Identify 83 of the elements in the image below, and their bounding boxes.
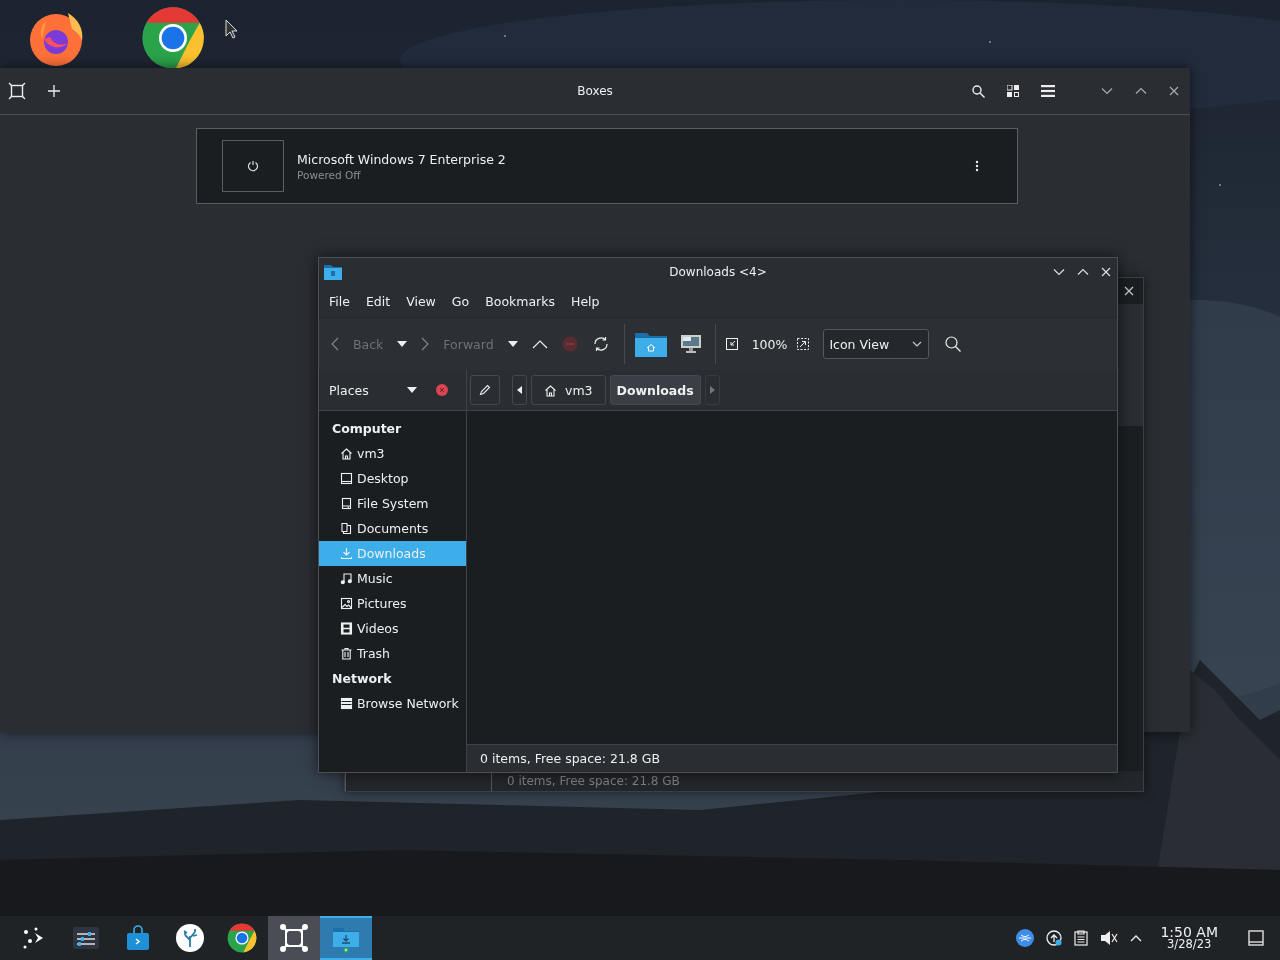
machine-name: Microsoft Windows 7 Enterprise 2	[297, 151, 506, 167]
dropdown-icon[interactable]	[397, 341, 408, 347]
search-icon[interactable]	[945, 336, 962, 352]
drive-icon	[340, 497, 353, 510]
machine-card[interactable]: Microsoft Windows 7 Enterprise 2 Powered Off	[196, 128, 1018, 204]
globe-icon[interactable]	[1016, 929, 1035, 947]
sidebar-heading: Network	[331, 670, 393, 688]
frame-icon[interactable]	[8, 82, 26, 100]
coral-icon	[176, 924, 204, 952]
menu-item[interactable]: View	[400, 293, 446, 309]
more-options-icon[interactable]	[975, 160, 979, 172]
muted-speaker-icon[interactable]	[1100, 930, 1119, 946]
music-note-icon	[340, 572, 353, 585]
home-folder-icon[interactable]	[634, 331, 667, 357]
sidebar-heading: Computer	[331, 420, 403, 438]
sidebar-item[interactable]: vm3	[319, 441, 466, 466]
folder-icon	[324, 263, 342, 280]
sidebar-item[interactable]: Trash	[319, 641, 466, 666]
plus-icon[interactable]	[48, 85, 60, 97]
caret-up-icon[interactable]	[1130, 934, 1143, 942]
download-icon	[340, 547, 353, 560]
zoom-level: 100%	[751, 336, 788, 352]
taskbar-button[interactable]	[268, 916, 320, 960]
grid-icon[interactable]	[1007, 85, 1019, 97]
picture-icon	[340, 597, 353, 610]
menu-item[interactable]: Edit	[359, 293, 401, 309]
film-icon	[340, 622, 353, 635]
menu-item[interactable]: File	[323, 293, 360, 309]
sidebar-item[interactable]: Videos	[319, 616, 466, 641]
home-icon	[544, 383, 557, 397]
sliders-icon	[73, 927, 99, 949]
chrome-logo-icon[interactable]	[141, 6, 205, 70]
window-title: Boxes	[576, 84, 614, 98]
view-mode-dropdown[interactable]: Icon View	[823, 329, 930, 359]
close-icon[interactable]	[1124, 286, 1134, 296]
menu-item[interactable]: Bookmarks	[479, 293, 565, 309]
breadcrumb[interactable]: Downloads	[609, 375, 701, 405]
left-triangle-icon	[517, 386, 522, 394]
edit-path-button[interactable]	[470, 375, 500, 405]
status-text: 0 items, Free space: 21.8 GB	[507, 774, 680, 788]
menu-icon[interactable]	[1041, 85, 1055, 97]
scroll-left-button[interactable]	[512, 375, 527, 405]
server-icon	[340, 697, 353, 710]
zoom-out-icon[interactable]	[725, 338, 738, 350]
shopping-bag-icon	[125, 925, 151, 951]
maximize-icon[interactable]	[1135, 87, 1147, 95]
mouse-pointer-icon	[225, 19, 239, 39]
close-icon[interactable]	[1169, 86, 1179, 96]
trash-icon	[340, 647, 353, 660]
sidebar-item[interactable]: Pictures	[319, 591, 466, 616]
machine-status: Powered Off	[297, 168, 362, 181]
update-icon[interactable]	[1046, 930, 1063, 946]
monitor-icon	[340, 472, 353, 485]
clipboard-icon[interactable]	[1074, 930, 1089, 946]
sidebar-item[interactable]: Desktop	[319, 466, 466, 491]
sidebar-item[interactable]: File System	[319, 491, 466, 516]
search-icon[interactable]	[972, 84, 985, 98]
status-text: 0 items, Free space: 21.8 GB	[480, 751, 661, 766]
show-desktop-icon[interactable]	[1248, 930, 1264, 946]
home-icon	[340, 447, 353, 460]
caret-icon	[912, 341, 923, 347]
frame-icon	[280, 924, 308, 952]
minimize-icon[interactable]	[1101, 87, 1113, 95]
clock[interactable]: 1:50 AM 3/28/23	[1160, 925, 1218, 951]
sidebar-item[interactable]: Browse Network	[319, 691, 466, 716]
side-pane-label: Places	[329, 382, 370, 398]
scroll-right-button[interactable]	[704, 375, 720, 405]
power-icon	[247, 160, 259, 172]
window-title: Downloads <4>	[668, 264, 768, 279]
right-triangle-icon	[709, 386, 715, 394]
pencil-icon	[479, 384, 491, 396]
chrome-logo-icon[interactable]	[227, 923, 257, 953]
zoom-in-icon[interactable]	[797, 338, 810, 350]
menu-item[interactable]: Help	[565, 293, 610, 309]
dropdown-icon[interactable]	[507, 341, 518, 347]
documents-icon	[340, 522, 353, 535]
dropdown-icon[interactable]	[407, 387, 417, 393]
breadcrumb[interactable]: vm3	[531, 375, 606, 405]
computer-icon[interactable]	[680, 335, 701, 353]
sidebar-item[interactable]: Music	[319, 566, 466, 591]
sidebar-item[interactable]: Documents	[319, 516, 466, 541]
reload-icon[interactable]	[591, 335, 610, 353]
menu-item[interactable]: Go	[445, 293, 480, 309]
